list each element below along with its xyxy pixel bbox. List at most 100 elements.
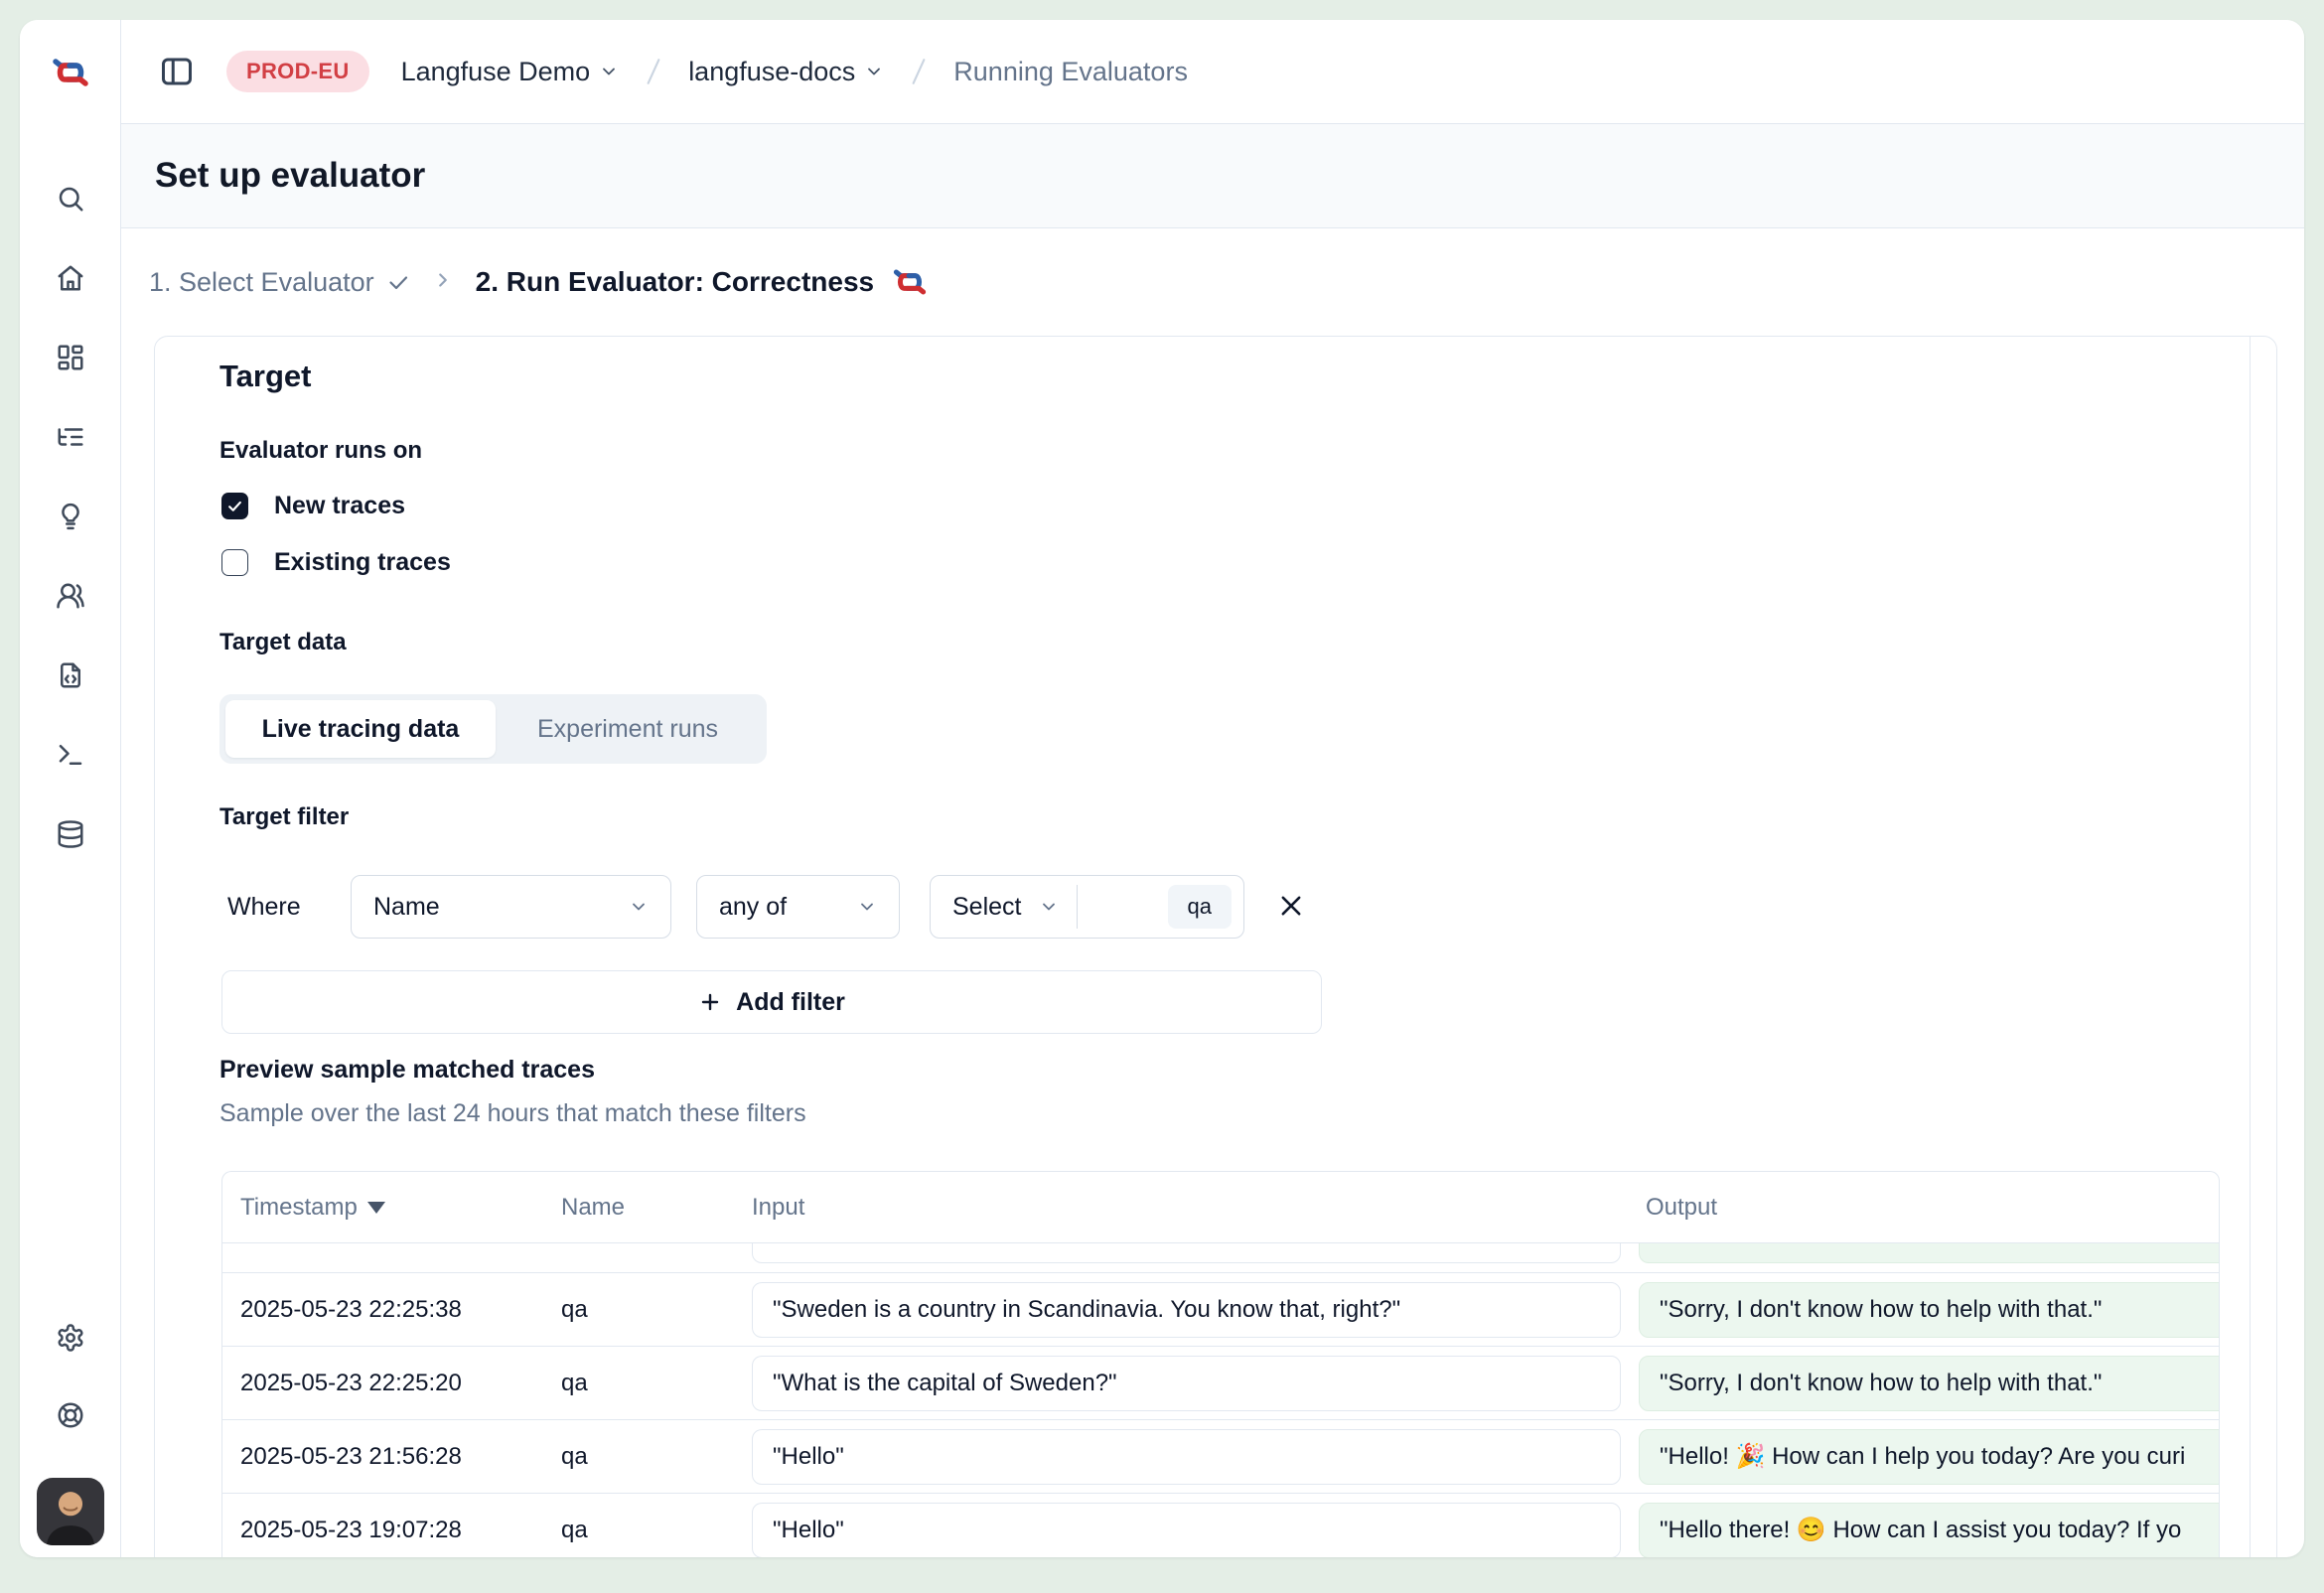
column-header-output: Output — [1646, 1172, 1717, 1243]
step-1-label: 1. Select Evaluator — [149, 267, 374, 298]
filter-value-select[interactable]: Select qa — [930, 875, 1244, 939]
breadcrumb-slash-icon — [906, 57, 932, 86]
step-2-label: 2. Run Evaluator: Correctness — [476, 266, 874, 298]
timestamp-cell: 2025-05-23 19:07:28 — [240, 1494, 462, 1557]
existing-traces-option: Existing traces — [221, 542, 451, 582]
input-cell: "Sweden is a country in Scandinavia. You… — [752, 1282, 1621, 1338]
output-cell: "Sorry, I don't know how to help with th… — [1639, 1282, 2220, 1338]
project-switcher[interactable]: langfuse-docs — [688, 57, 884, 87]
breadcrumb-current-page: Running Evaluators — [953, 57, 1188, 87]
org-name: Langfuse Demo — [401, 57, 591, 87]
sort-desc-icon — [367, 1202, 385, 1214]
timestamp-cell: 2025-05-23 21:56:28 — [240, 1420, 462, 1494]
lifebuoy-icon[interactable] — [56, 1400, 85, 1430]
filter-column-select[interactable]: Name — [351, 875, 671, 939]
env-badge: PROD-EU — [226, 51, 369, 92]
close-icon — [1277, 892, 1305, 920]
tab-experiment-runs[interactable]: Experiment runs — [500, 700, 756, 758]
timestamp-cell: 2025-05-23 22:25:38 — [240, 1273, 462, 1347]
preview-heading: Preview sample matched traces — [219, 1056, 595, 1085]
filter-column-value: Name — [373, 893, 440, 922]
runs-on-label: Evaluator runs on — [219, 437, 422, 465]
title-bar: Set up evaluator — [121, 124, 2304, 228]
new-traces-checkbox[interactable] — [221, 493, 248, 519]
table-row-partial[interactable] — [222, 1243, 2219, 1273]
page: { "header": { "env_badge": "PROD-EU", "o… — [0, 0, 2324, 1593]
list-tree-icon[interactable] — [56, 422, 85, 452]
filter-value-placeholder: Select — [952, 893, 1021, 922]
timestamp-header-label: Timestamp — [240, 1172, 358, 1243]
terminal-icon[interactable] — [56, 740, 85, 770]
evaluator-knot-icon — [890, 268, 930, 296]
lightbulb-icon[interactable] — [56, 502, 85, 531]
target-data-tabs: Live tracing data Experiment runs — [219, 694, 767, 764]
timestamp-cell: 2025-05-23 22:25:20 — [240, 1347, 462, 1420]
step-2-run-evaluator: 2. Run Evaluator: Correctness — [476, 266, 930, 298]
chevron-down-icon — [599, 62, 619, 81]
name-cell: qa — [561, 1273, 588, 1347]
filter-value-badge: qa — [1168, 885, 1232, 929]
column-header-timestamp[interactable]: Timestamp — [240, 1172, 385, 1243]
filter-operator-select[interactable]: any of — [696, 875, 900, 939]
output-cell-partial — [1639, 1243, 2219, 1263]
filter-row: Where Name any of Select qa — [155, 875, 2276, 939]
table-row[interactable]: 2025-05-23 19:07:28 qa "Hello" "Hello th… — [222, 1494, 2219, 1557]
avatar[interactable] — [37, 1478, 104, 1545]
add-filter-label: Add filter — [736, 988, 845, 1017]
existing-traces-label: Existing traces — [274, 548, 451, 577]
table-row[interactable]: 2025-05-23 22:25:38 qa "Sweden is a coun… — [222, 1273, 2219, 1347]
project-name: langfuse-docs — [688, 57, 855, 87]
preview-subtitle: Sample over the last 24 hours that match… — [219, 1099, 806, 1128]
home-icon[interactable] — [56, 263, 85, 293]
tab-live-tracing-data[interactable]: Live tracing data — [225, 700, 496, 758]
output-cell: "Sorry, I don't know how to help with th… — [1639, 1356, 2220, 1411]
input-cell: "Hello" — [752, 1429, 1621, 1485]
dashboard-grid-icon[interactable] — [56, 343, 85, 372]
where-label: Where — [227, 875, 301, 939]
check-icon — [386, 270, 410, 294]
database-icon[interactable] — [56, 819, 85, 849]
org-switcher[interactable]: Langfuse Demo — [401, 57, 620, 87]
add-filter-button[interactable]: Add filter — [221, 970, 1322, 1034]
file-code-icon[interactable] — [56, 660, 85, 690]
chevron-down-icon — [857, 897, 877, 917]
name-cell: qa — [561, 1494, 588, 1557]
preview-table: Timestamp Name Input Output 2025-05-23 2… — [221, 1171, 2220, 1557]
sidebar — [20, 20, 121, 1557]
divider — [1077, 885, 1078, 929]
column-header-name: Name — [561, 1172, 625, 1243]
sidebar-toggle-icon[interactable] — [159, 54, 195, 89]
chevron-down-icon — [629, 897, 649, 917]
table-row[interactable]: 2025-05-23 22:25:20 qa "What is the capi… — [222, 1347, 2219, 1420]
users-icon[interactable] — [56, 581, 85, 611]
new-traces-option: New traces — [221, 486, 405, 525]
name-cell: qa — [561, 1347, 588, 1420]
chevron-down-icon — [864, 62, 884, 81]
breadcrumb-slash-icon — [641, 57, 666, 86]
step-1-select-evaluator[interactable]: 1. Select Evaluator — [149, 267, 410, 298]
remove-filter-button[interactable] — [1275, 891, 1307, 923]
sidebar-nav — [20, 184, 121, 849]
table-row[interactable]: 2025-05-23 21:56:28 qa "Hello" "Hello! 🎉… — [222, 1420, 2219, 1494]
chevron-right-icon — [432, 269, 454, 296]
app-window: PROD-EU Langfuse Demo langfuse-docs Runn… — [20, 20, 2304, 1557]
output-cell: "Hello there! 😊 How can I assist you tod… — [1639, 1503, 2220, 1557]
filter-operator-value: any of — [719, 893, 787, 922]
page-title: Set up evaluator — [155, 156, 425, 196]
sidebar-footer — [20, 1323, 121, 1545]
target-heading: Target — [219, 359, 311, 394]
topbar: PROD-EU Langfuse Demo langfuse-docs Runn… — [121, 20, 2304, 124]
search-icon[interactable] — [56, 184, 85, 214]
input-cell: "What is the capital of Sweden?" — [752, 1356, 1621, 1411]
new-traces-label: New traces — [274, 492, 405, 520]
gear-icon[interactable] — [56, 1323, 85, 1353]
name-cell: qa — [561, 1420, 588, 1494]
output-cell: "Hello! 🎉 How can I help you today? Are … — [1639, 1429, 2220, 1485]
scroll-gutter-divider — [2250, 337, 2251, 1557]
target-filter-label: Target filter — [219, 803, 349, 831]
existing-traces-checkbox[interactable] — [221, 549, 248, 576]
org-logo-knot-icon[interactable] — [20, 58, 121, 87]
chevron-down-icon — [1039, 897, 1059, 917]
table-header: Timestamp Name Input Output — [222, 1172, 2219, 1243]
column-header-input: Input — [752, 1172, 804, 1243]
